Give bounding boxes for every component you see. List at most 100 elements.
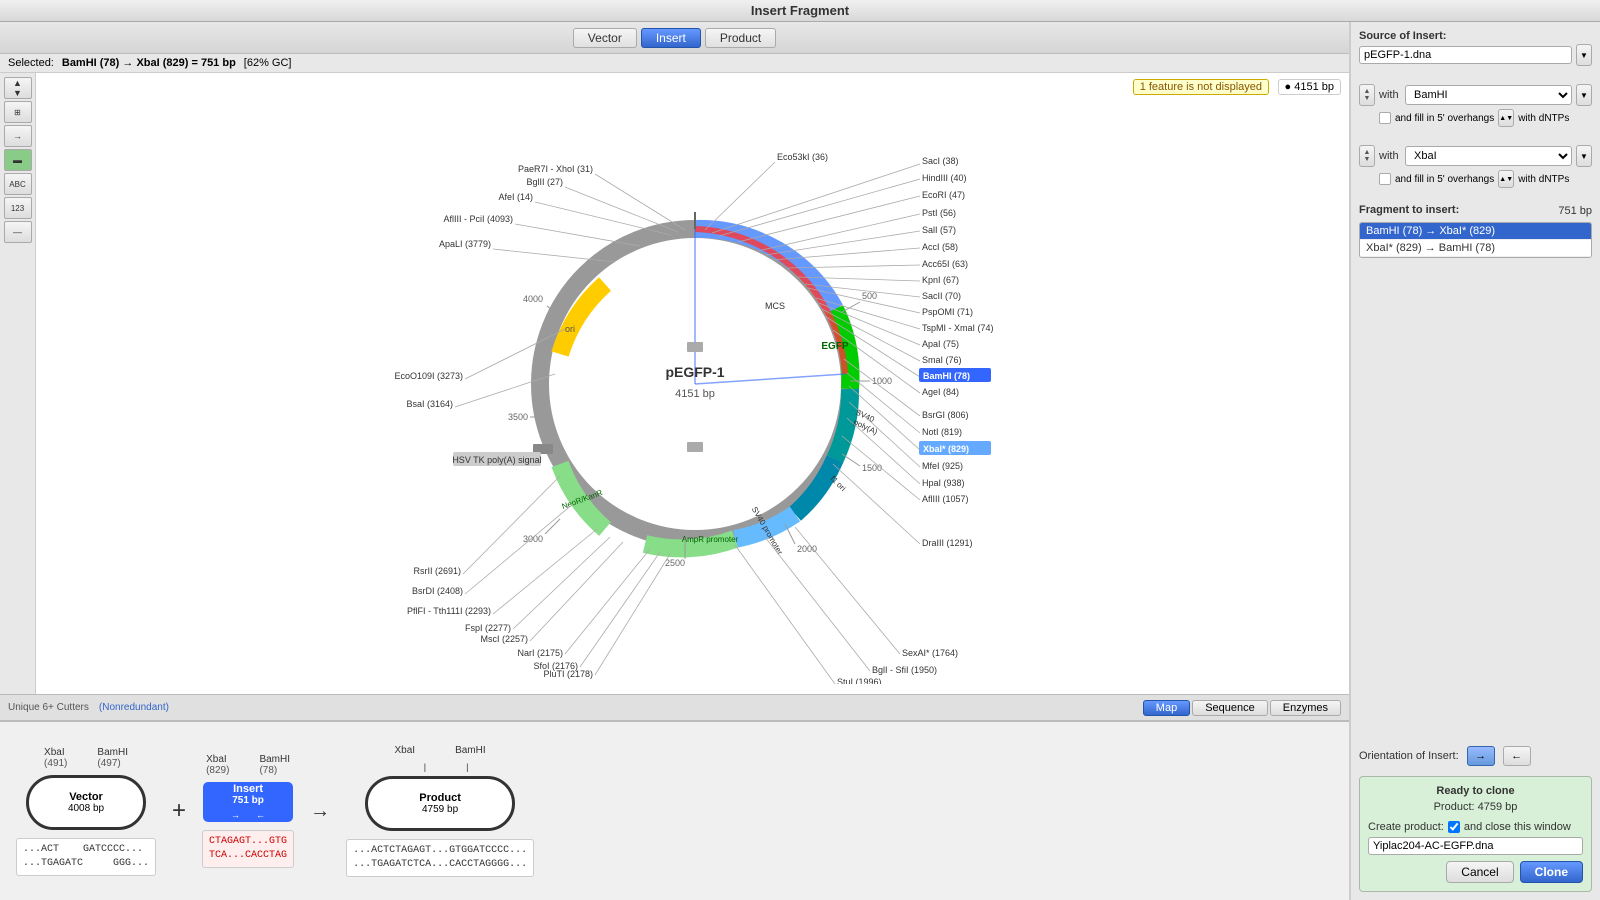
fill2-row: and fill in 5' overhangs ▲▼ with dNTPs <box>1379 170 1592 188</box>
fragment-item-0[interactable]: BamHI (78) → XbaI* (829) <box>1360 223 1591 240</box>
gc-value: [62% GC] <box>244 57 292 69</box>
svg-text:SacI (38): SacI (38) <box>922 156 959 166</box>
tool-1[interactable]: ⊞ <box>4 101 32 123</box>
orientation-row: Orientation of Insert: → ← <box>1359 746 1592 766</box>
svg-text:BsrDI (2408): BsrDI (2408) <box>411 586 462 596</box>
tab-vector[interactable]: Vector <box>573 28 637 48</box>
ready-text: Ready to clone <box>1368 785 1583 797</box>
bottom-tabs-bar: Unique 6+ Cutters (Nonredundant) Map Seq… <box>0 694 1349 720</box>
cut1-dropdown[interactable]: ▼ <box>1576 84 1592 106</box>
tab-enzymes[interactable]: Enzymes <box>1270 700 1341 716</box>
vector-bamhi-label: BamHI(497) <box>97 747 128 769</box>
insert-reverse-arrow[interactable]: ← <box>250 808 272 822</box>
fill2-checkbox[interactable] <box>1379 173 1391 185</box>
filename-input[interactable] <box>1368 837 1583 855</box>
svg-text:PluTI (2178): PluTI (2178) <box>543 669 593 679</box>
left-panel: Vector Insert Product Selected: BamHI (7… <box>0 22 1350 900</box>
svg-text:4000: 4000 <box>522 294 542 304</box>
selected-value: BamHI (78) → XbaI (829) = 751 bp <box>62 57 236 69</box>
svg-text:SmaI (76): SmaI (76) <box>922 355 962 365</box>
svg-text:3000: 3000 <box>522 534 542 544</box>
svg-text:MfeI (925): MfeI (925) <box>922 461 963 471</box>
plasmid-name: pEGFP-1 <box>665 364 724 380</box>
vector-seq-bottom: ...TGAGATC GGG... <box>23 857 149 871</box>
tool-select[interactable]: ▲▼ <box>4 77 32 99</box>
main-container: Vector Insert Product Selected: BamHI (7… <box>0 22 1600 900</box>
cut2-spinner[interactable]: ▲▼ <box>1359 145 1375 167</box>
product-label: Product <box>419 792 461 804</box>
cut2-label: with <box>1379 150 1401 162</box>
ready-to-clone-section: Ready to clone Product: 4759 bp Create p… <box>1359 776 1592 892</box>
insert-xbai-label: XbaI(829) <box>206 754 229 776</box>
svg-text:DraIII (1291): DraIII (1291) <box>922 538 973 548</box>
svg-text:AmpR promoter: AmpR promoter <box>681 535 738 544</box>
svg-text:1500: 1500 <box>862 463 882 473</box>
orientation-label: Orientation of Insert: <box>1359 750 1459 762</box>
insert-seq-top: CTAGAGT...GTG <box>209 835 287 849</box>
svg-text:BglI - SfiI (1950): BglI - SfiI (1950) <box>872 665 937 675</box>
fragment-bp: 751 bp <box>1558 205 1592 217</box>
product-bamhi-label: BamHI <box>455 745 486 756</box>
tool-color[interactable]: ▬ <box>4 149 32 171</box>
fill1-spinner[interactable]: ▲▼ <box>1498 109 1514 127</box>
fragment-item-1[interactable]: XbaI* (829) → BamHI (78) <box>1360 240 1591 257</box>
cut1-enzyme-select[interactable]: BamHI <box>1405 85 1572 105</box>
source-dropdown[interactable]: ▼ <box>1576 44 1592 66</box>
cut2-enzyme-select[interactable]: XbaI <box>1405 146 1572 166</box>
svg-text:PstI (56): PstI (56) <box>922 208 956 218</box>
svg-text:TspMI - XmaI (74): TspMI - XmaI (74) <box>922 323 994 333</box>
svg-text:ApaLI (3779): ApaLI (3779) <box>438 239 490 249</box>
fill1-row: and fill in 5' overhangs ▲▼ with dNTPs <box>1379 109 1592 127</box>
svg-text:HSV TK poly(A) signal: HSV TK poly(A) signal <box>452 455 541 465</box>
fragment-label: Fragment to insert: <box>1359 204 1459 216</box>
svg-text:NarI (2175): NarI (2175) <box>517 648 563 658</box>
tab-map[interactable]: Map <box>1143 700 1190 716</box>
tool-line[interactable]: — <box>4 221 32 243</box>
cut1-row: ▲▼ with BamHI ▼ <box>1359 84 1592 106</box>
tab-sequence[interactable]: Sequence <box>1192 700 1268 716</box>
fill2-spinner[interactable]: ▲▼ <box>1498 170 1514 188</box>
tool-num[interactable]: 123 <box>4 197 32 219</box>
tab-product[interactable]: Product <box>705 28 776 48</box>
tab-insert[interactable]: Insert <box>641 28 701 48</box>
create-checkbox[interactable] <box>1448 821 1460 833</box>
svg-text:EcoRI (47): EcoRI (47) <box>922 190 965 200</box>
svg-text:HpaI (938): HpaI (938) <box>922 478 965 488</box>
clone-button[interactable]: Clone <box>1520 861 1583 883</box>
product-seq: ...ACTCTAGAGT...GTGGATCCCC... ...TGAGATC… <box>346 839 534 877</box>
cancel-button[interactable]: Cancel <box>1446 861 1513 883</box>
product-piece: XbaI BamHI | | Product 4759 bp ...ACTCTA… <box>346 745 534 877</box>
plus-operator: + <box>172 797 186 825</box>
svg-text:NotI (819): NotI (819) <box>922 427 962 437</box>
insert-shape: Insert 751 bp → ← <box>203 782 293 822</box>
tool-arrow[interactable]: → <box>4 125 32 147</box>
orient-forward-btn[interactable]: → <box>1467 746 1495 766</box>
svg-text:1000: 1000 <box>872 376 892 386</box>
cut1-spinner[interactable]: ▲▼ <box>1359 84 1375 106</box>
insert-forward-arrow[interactable]: → <box>225 808 247 822</box>
fragment-list: BamHI (78) → XbaI* (829) XbaI* (829) → B… <box>1359 222 1592 258</box>
svg-text:KpnI (67): KpnI (67) <box>922 275 959 285</box>
source-section: Source of Insert: ▼ <box>1359 30 1592 66</box>
cutters-link[interactable]: (Nonredundant) <box>99 702 169 713</box>
fragment-section: Fragment to insert: 751 bp BamHI (78) → … <box>1359 204 1592 258</box>
tool-abc[interactable]: ABC <box>4 173 32 195</box>
product-seq-bottom: ...TGAGATCTCA...CACCTAGGGG... <box>353 858 527 872</box>
orient-reverse-btn[interactable]: ← <box>1503 746 1531 766</box>
svg-text:BsrGI (806): BsrGI (806) <box>922 410 969 420</box>
svg-text:AflIII (1057): AflIII (1057) <box>922 494 969 504</box>
product-text: Product: 4759 bp <box>1368 801 1583 813</box>
svg-text:AfeI (14): AfeI (14) <box>498 192 533 202</box>
svg-text:ApaI (75): ApaI (75) <box>922 339 959 349</box>
arrow-operator: → <box>310 800 330 823</box>
svg-text:PaeR7I - XhoI (31): PaeR7I - XhoI (31) <box>517 164 592 174</box>
svg-text:Eco53kI (36): Eco53kI (36) <box>777 152 828 162</box>
plasmid-svg: EGFP MCS SV40 poly(A) f1 ori SV40 promot… <box>345 84 1045 684</box>
cut2-dropdown[interactable]: ▼ <box>1576 145 1592 167</box>
insert-bamhi-label: BamHI(78) <box>259 754 290 776</box>
fill1-checkbox[interactable] <box>1379 112 1391 124</box>
source-input[interactable] <box>1359 46 1572 64</box>
svg-text:ori: ori <box>564 324 574 334</box>
svg-text:SalI (57): SalI (57) <box>922 225 956 235</box>
svg-text:SexAI* (1764): SexAI* (1764) <box>902 648 958 658</box>
